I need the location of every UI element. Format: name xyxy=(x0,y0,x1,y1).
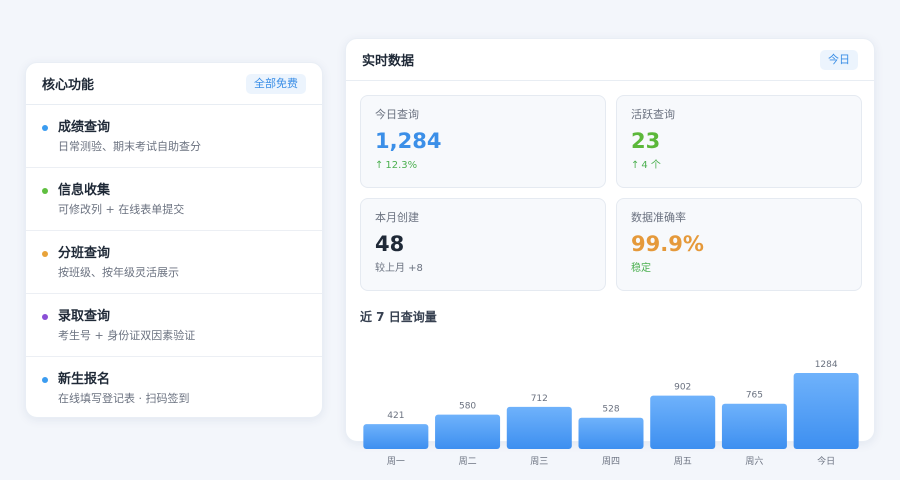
stat-value: 48 xyxy=(375,232,405,256)
stat-sub-text: 4 个 xyxy=(641,160,661,171)
arrow-up-icon: ↑ xyxy=(375,160,384,171)
features-title: 核心功能 xyxy=(42,78,95,93)
stat-card: 本月创建 48 较上月 +8 xyxy=(360,198,606,291)
stat-sub: ↑ 12.3% xyxy=(375,159,591,172)
chart-bar xyxy=(435,414,501,449)
stats-grid: 今日查询 1,284 ↑ 12.3% 活跃查询 23 ↑ 4 个本月创建 48 较上月 +8 数据准… xyxy=(360,95,862,291)
feature-list: 成绩查询日常测验、期末考试自助查分 信息收集可修改列 + 在线表单提交 分班查询按班… xyxy=(26,105,322,417)
weekly-query-chart: 421 周一 580 周二 712 周三 528 周四 902 周五 765 周六 1284 今日 xyxy=(363,360,859,467)
feature-item[interactable]: 录取查询考生号 + 身份证双因素验证 xyxy=(26,294,322,357)
all-free-badge: 全部免费 xyxy=(246,73,306,94)
bullet-dot-icon xyxy=(42,125,48,131)
stat-card: 活跃查询 23 ↑ 4 个 xyxy=(616,95,862,188)
stat-value: 1,284 xyxy=(375,129,442,153)
stat-label: 数据准确率 xyxy=(631,211,686,224)
stat-sub: 较上月 +8 xyxy=(375,262,591,275)
stat-sub: ↑ 4 个 xyxy=(631,159,847,172)
stat-value: 99.9% xyxy=(631,232,704,256)
bar-category-label: 周二 xyxy=(459,456,477,467)
feature-name: 分班查询 xyxy=(58,246,111,261)
feature-desc: 按班级、按年级灵活展示 xyxy=(58,266,179,279)
bullet-dot-icon xyxy=(42,377,48,383)
chart-bar xyxy=(793,373,859,449)
chart-bar xyxy=(721,403,787,449)
realtime-card: 实时数据 今日 今日查询 1,284 ↑ 12.3% 活跃查询 23 ↑ 4 个本月创建 48 较… xyxy=(345,38,875,467)
bar-category-label: 周一 xyxy=(387,456,405,467)
bar-value-label: 902 xyxy=(674,383,691,393)
bar-category-label: 今日 xyxy=(817,455,835,467)
today-badge[interactable]: 今日 xyxy=(820,49,858,70)
bar-category-label: 周五 xyxy=(674,456,692,467)
stat-sub-text: 12.3% xyxy=(385,160,418,171)
features-header: 核心功能 全部免费 xyxy=(26,63,322,105)
bullet-dot-icon xyxy=(42,188,48,194)
bullet-dot-icon xyxy=(42,314,48,320)
feature-desc: 考生号 + 身份证双因素验证 xyxy=(58,329,196,342)
feature-desc: 在线填写登记表 · 扫码签到 xyxy=(58,392,190,405)
stat-value: 23 xyxy=(631,129,661,153)
feature-item[interactable]: 新生报名在线填写登记表 · 扫码签到 xyxy=(26,357,322,417)
stat-label: 活跃查询 xyxy=(631,108,675,121)
chart-bar xyxy=(363,424,429,449)
feature-name: 新生报名 xyxy=(58,372,111,387)
realtime-title: 实时数据 xyxy=(362,54,415,69)
stat-sub: 稳定 xyxy=(631,262,847,275)
bullet-dot-icon xyxy=(42,251,48,257)
stat-sub-text: 较上月 +8 xyxy=(375,263,423,274)
bar-value-label: 765 xyxy=(746,391,763,401)
stat-card: 今日查询 1,284 ↑ 12.3% xyxy=(360,95,606,188)
feature-name: 录取查询 xyxy=(58,309,111,324)
features-card: 核心功能 全部免费 成绩查询日常测验、期末考试自助查分 信息收集可修改列 + 在线… xyxy=(25,62,323,418)
bar-category-label: 周六 xyxy=(745,455,763,467)
feature-name: 成绩查询 xyxy=(58,120,111,135)
feature-desc: 日常测验、期末考试自助查分 xyxy=(58,140,201,153)
bar-value-label: 580 xyxy=(459,402,476,412)
chart-bar xyxy=(506,406,572,449)
stat-sub-text: 稳定 xyxy=(631,263,651,274)
bar-category-label: 周三 xyxy=(530,456,548,467)
feature-desc: 可修改列 + 在线表单提交 xyxy=(58,203,185,216)
bar-value-label: 712 xyxy=(531,394,548,404)
stat-label: 今日查询 xyxy=(375,108,419,121)
feature-item[interactable]: 信息收集可修改列 + 在线表单提交 xyxy=(26,168,322,231)
chart-bar xyxy=(650,395,716,449)
bar-category-label: 周四 xyxy=(602,456,620,467)
feature-item[interactable]: 成绩查询日常测验、期末考试自助查分 xyxy=(26,105,322,168)
chart-bar xyxy=(578,417,644,449)
arrow-up-icon: ↑ xyxy=(631,160,640,171)
stat-label: 本月创建 xyxy=(375,211,419,224)
bar-value-label: 528 xyxy=(602,405,619,415)
feature-name: 信息收集 xyxy=(58,183,111,198)
realtime-header: 实时数据 今日 xyxy=(346,39,874,81)
bar-value-label: 421 xyxy=(387,411,404,421)
stat-card: 数据准确率 99.9% 稳定 xyxy=(616,198,862,291)
feature-item[interactable]: 分班查询按班级、按年级灵活展示 xyxy=(26,231,322,294)
bar-value-label: 1284 xyxy=(815,360,838,370)
